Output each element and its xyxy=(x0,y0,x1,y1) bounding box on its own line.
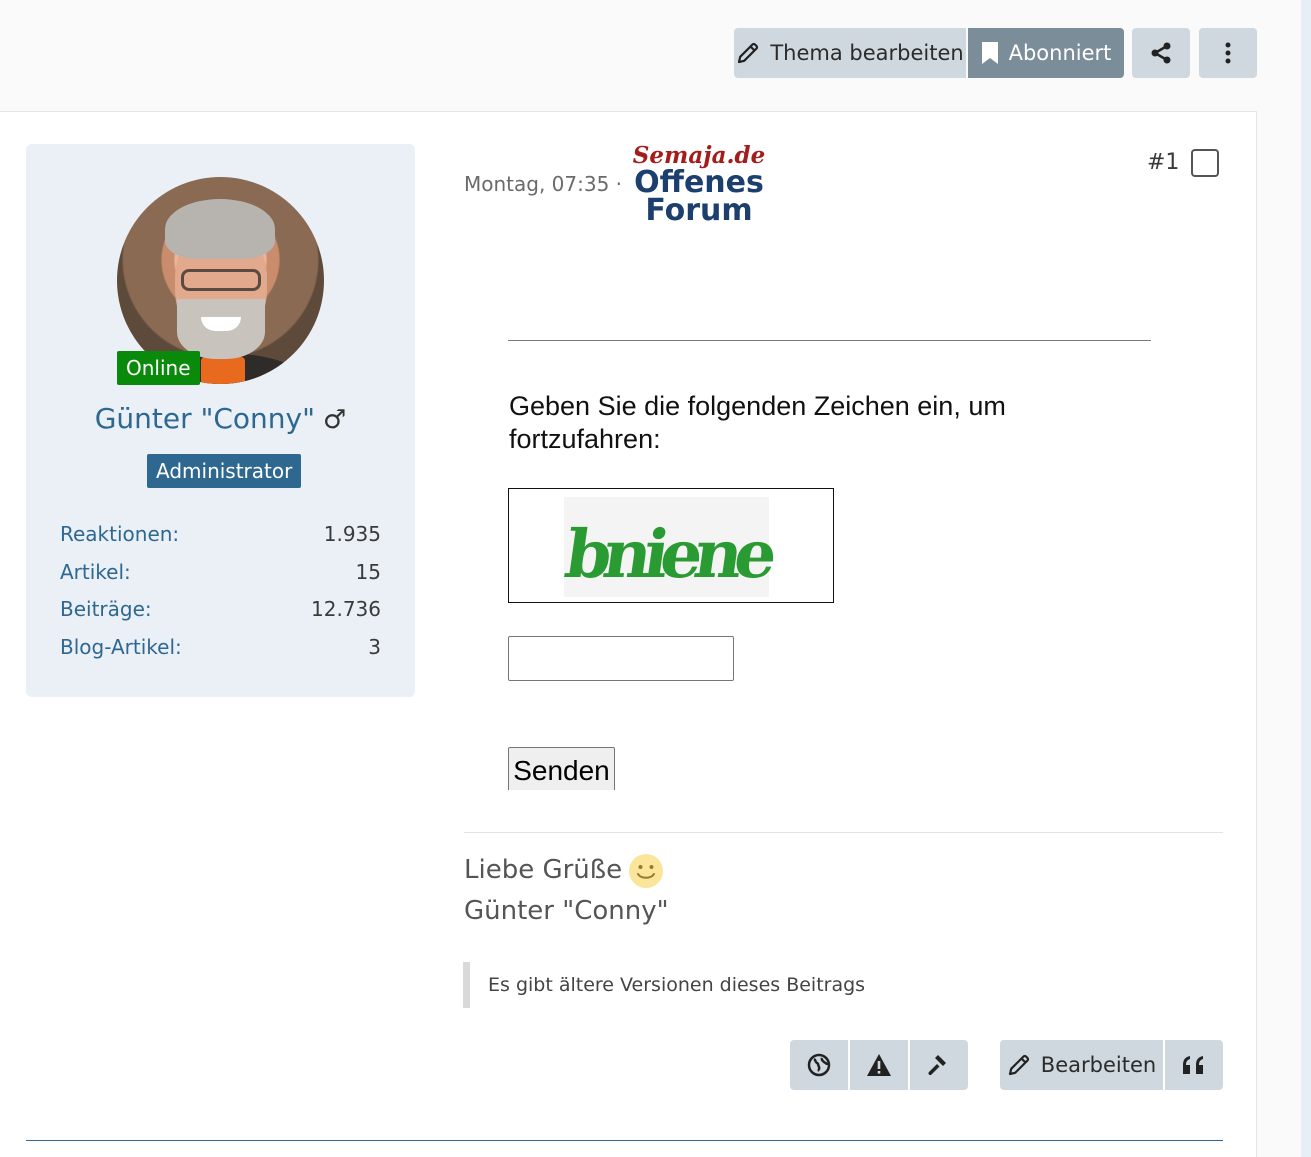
quote-button[interactable] xyxy=(1165,1040,1223,1090)
edit-label: Bearbeiten xyxy=(1040,1053,1157,1077)
male-icon: ♂ xyxy=(323,405,347,435)
captcha-image: bniene xyxy=(508,488,834,603)
topic-toolbar: Thema bearbeiten Abonniert xyxy=(734,28,1257,78)
globe-icon xyxy=(807,1053,831,1077)
post-action-group xyxy=(790,1040,968,1090)
scrollbar[interactable] xyxy=(1301,0,1311,1157)
smiley-icon xyxy=(629,853,664,888)
vertical-ellipsis-icon xyxy=(1225,42,1231,64)
horizontal-rule xyxy=(508,340,1151,341)
stat-label[interactable]: Beiträge: xyxy=(60,597,152,635)
stat-value: 1.935 xyxy=(323,522,381,546)
post-separator xyxy=(26,1140,1223,1141)
pencil-icon xyxy=(1008,1054,1029,1076)
captcha-text: bniene xyxy=(560,515,780,593)
stat-row: Blog-Artikel: 3 xyxy=(60,635,381,673)
stat-label[interactable]: Blog-Artikel: xyxy=(60,635,182,673)
captcha-input[interactable] xyxy=(508,636,734,681)
more-options-button[interactable] xyxy=(1199,28,1257,78)
ip-address-button[interactable] xyxy=(790,1040,848,1090)
signature: Liebe Grüße Günter "Conny" xyxy=(464,850,669,932)
author-name-row: Günter "Conny" ♂ xyxy=(26,402,415,435)
signature-line-1: Liebe Grüße xyxy=(464,855,623,885)
subscribed-button[interactable]: Abonniert xyxy=(968,28,1124,78)
gavel-icon xyxy=(928,1055,946,1076)
stat-value: 12.736 xyxy=(311,597,381,621)
quote-icon xyxy=(1183,1056,1203,1074)
signature-divider xyxy=(464,832,1223,833)
older-versions-note[interactable]: Es gibt ältere Versionen dieses Beitrags xyxy=(463,962,865,1008)
post-date[interactable]: Montag, 07:35 · xyxy=(464,172,622,196)
stat-label[interactable]: Reaktionen: xyxy=(60,522,179,560)
author-sidebar: Online Günter "Conny" ♂ Administrator Rea… xyxy=(26,144,415,697)
signature-line-2: Günter "Conny" xyxy=(464,896,669,926)
bookmark-icon xyxy=(981,42,998,64)
author-stats: Reaktionen: 1.935 Artikel: 15 Beiträge: … xyxy=(60,522,381,672)
post-select-checkbox[interactable] xyxy=(1191,149,1219,177)
author-name-link[interactable]: Günter "Conny" xyxy=(95,402,315,435)
warning-icon xyxy=(867,1054,891,1076)
stat-row: Artikel: 15 xyxy=(60,560,381,598)
captcha-prompt: Geben Sie die folgenden Zeichen ein, um … xyxy=(509,391,1006,454)
stat-row: Reaktionen: 1.935 xyxy=(60,522,381,560)
send-button[interactable]: Senden xyxy=(508,747,615,790)
online-status-badge: Online xyxy=(117,351,200,385)
post-number-link[interactable]: #1 xyxy=(1147,150,1179,175)
forum-logo: Semaja.de Offenes Forum xyxy=(619,143,779,228)
stat-row: Beiträge: 12.736 xyxy=(60,597,381,635)
report-button[interactable] xyxy=(850,1040,908,1090)
stat-value: 3 xyxy=(368,634,381,659)
share-button[interactable] xyxy=(1132,28,1190,78)
share-icon xyxy=(1151,42,1171,64)
moderate-button[interactable] xyxy=(910,1040,968,1090)
pencil-icon xyxy=(738,42,759,64)
subscribed-label: Abonniert xyxy=(1008,41,1112,65)
stat-value: 15 xyxy=(355,559,381,584)
edit-button[interactable]: Bearbeiten xyxy=(1000,1040,1163,1090)
role-badge: Administrator xyxy=(147,454,302,488)
edit-topic-label: Thema bearbeiten xyxy=(770,41,964,65)
logo-line-3: Forum xyxy=(645,193,753,228)
stat-label[interactable]: Artikel: xyxy=(60,560,131,598)
post-edit-group: Bearbeiten xyxy=(1000,1040,1223,1090)
edit-topic-button[interactable]: Thema bearbeiten xyxy=(734,28,966,78)
